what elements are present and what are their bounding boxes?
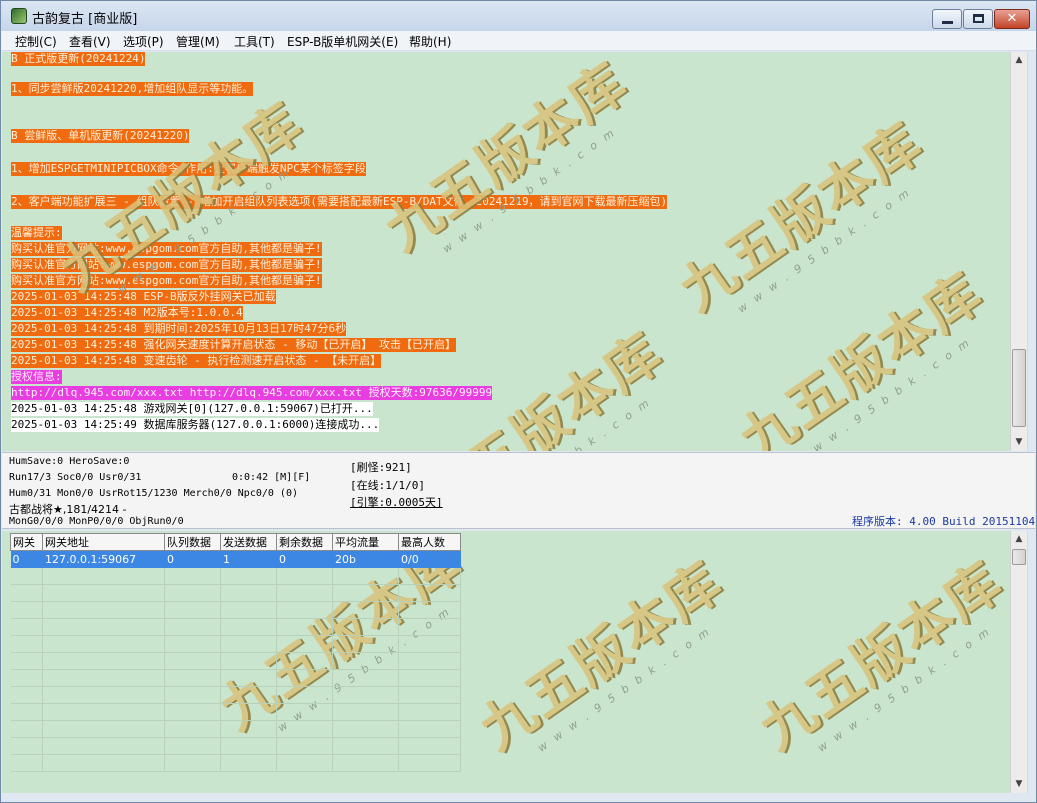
table-row-empty (10, 754, 461, 772)
status-hum: Hum0/31 Mon0/0 UsrRot15/1230 Merch0/0 Np… (9, 488, 298, 499)
table-row-empty (10, 737, 461, 755)
main-window: 古韵复古 [商业版] ✕ 控制(C) 查看(V) 选项(P) 管理(M) 工具(… (0, 0, 1037, 803)
table-cell: 0 (164, 550, 221, 568)
log-line: http://dlq.945.com/xxx.txt http://dlq.94… (11, 386, 493, 400)
menu-options[interactable]: 选项(P) (123, 33, 164, 50)
table-cell: 20b (332, 550, 399, 568)
table-cell: 127.0.0.1:59067 (42, 550, 165, 568)
table-cell: 0 (10, 550, 43, 568)
table-row-empty (10, 618, 461, 636)
app-icon (11, 8, 27, 24)
column-header[interactable]: 队列数据 (164, 533, 221, 551)
maximize-icon (973, 14, 984, 23)
log-line: 1、同步尝鲜版20241220,增加组队显示等功能。 (11, 82, 254, 96)
table-row-empty (10, 601, 461, 619)
window-title: 古韵复古 [商业版] (32, 12, 138, 27)
table-row-empty (10, 567, 461, 585)
log-scrollbar[interactable]: ▲ ▼ (1010, 52, 1027, 451)
log-line: 2025-01-03 14:25:49 数据库服务器(127.0.0.1:600… (11, 418, 380, 432)
table-row-empty (10, 635, 461, 653)
table-row-empty (10, 703, 461, 721)
table-cell: 1 (220, 550, 277, 568)
minimize-icon (942, 21, 953, 24)
menu-manage[interactable]: 管理(M) (176, 33, 220, 50)
log-line: 2025-01-03 14:25:48 变速齿轮 - 执行检测速开启状态 - 【… (11, 354, 382, 368)
log-line: 1、增加ESPGETMINIPICBOX命令,作用:让客户端触发NPC某个标签字… (11, 162, 366, 176)
watermark: 九五版本库w w w . 9 5 b b k . c o m (407, 319, 674, 451)
status-refresh: [刷怪:921] (350, 461, 412, 474)
log-line: 2025-01-03 14:25:48 ESP-B版反外挂网关已加载 (11, 290, 276, 304)
scroll-thumb[interactable] (1012, 549, 1026, 565)
menu-espb-gateway[interactable]: ESP-B版单机网关(E) (287, 33, 398, 50)
table-cell: 0/0 (398, 550, 461, 568)
table-row-empty (10, 720, 461, 738)
status-panel: HumSave:0 HeroSave:0 Run17/3 Soc0/0 Usr0… (2, 452, 1035, 529)
status-save: HumSave:0 HeroSave:0 (9, 456, 130, 467)
log-line: 2025-01-03 14:25:48 游戏网关[0](127.0.0.1:59… (11, 402, 373, 416)
title-bar[interactable]: 古韵复古 [商业版] ✕ (1, 1, 1036, 31)
log-line: B 正式版更新(20241224) (11, 52, 146, 66)
table-row-empty (10, 669, 461, 687)
minimize-button[interactable] (932, 9, 962, 29)
column-header[interactable]: 剩余数据 (276, 533, 333, 551)
gateway-grid-panel[interactable]: 九五版本库 w w w . 9 5 b b k . c o m 九五版本库 w w … (2, 531, 1028, 793)
status-run: Run17/3 Soc0/0 Usr0/31 (9, 472, 142, 483)
log-line: 2025-01-03 14:25:48 M2版本号:1.0.0.4 (11, 306, 243, 320)
watermark: 九五版本库w w w . 9 5 b b k . c o m (467, 548, 734, 762)
scroll-down-icon[interactable]: ▼ (1011, 434, 1027, 450)
log-line: 温馨提示: (11, 226, 62, 240)
menu-bar: 控制(C) 查看(V) 选项(P) 管理(M) 工具(T) ESP-B版单机网关… (1, 31, 1036, 51)
status-server: 古都战将★,181/4214 - (9, 503, 127, 516)
watermark: 九五版本库w w w . 9 5 b b k . c o m (747, 548, 1014, 762)
scroll-up-icon[interactable]: ▲ (1011, 531, 1027, 547)
menu-view[interactable]: 查看(V) (69, 33, 111, 50)
column-header[interactable]: 网关地址 (42, 533, 165, 551)
scroll-thumb[interactable] (1012, 349, 1026, 427)
log-line: 2、客户端功能扩展三 - 组队设置 - 增加开启组队列表选项(需要搭配最新ESP… (11, 195, 668, 209)
menu-help[interactable]: 帮助(H) (409, 33, 451, 50)
status-online: [在线:1/1/0] (350, 479, 425, 492)
table-row[interactable]: 0 127.0.0.1:59067 0 1 0 20b 0/0 (10, 550, 461, 568)
log-line: 授权信息: (11, 370, 62, 384)
column-header[interactable]: 平均流量 (332, 533, 399, 551)
table-row-empty (10, 584, 461, 602)
status-timer: 0:0:42 [M][F] (232, 472, 311, 483)
window-bottom-border (2, 793, 1035, 802)
log-line: 2025-01-03 14:25:48 到期时间:2025年10月13日17时4… (11, 322, 347, 336)
grid-scrollbar[interactable]: ▲ ▼ (1010, 531, 1027, 793)
log-line: 购买认准官方网站:www.espgom.com官方自助,其他都是骗子! (11, 242, 322, 256)
scroll-down-icon[interactable]: ▼ (1011, 776, 1027, 792)
log-panel[interactable]: B 正式版更新(20241224) 1、同步尝鲜版20241220,增加组队显示… (2, 52, 1028, 451)
watermark: 九五版本库w w w . 9 5 b b k . c o m (727, 259, 994, 451)
maximize-button[interactable] (963, 9, 993, 29)
status-engine: [引擎:0.0005天] (350, 496, 443, 509)
log-line: 2025-01-03 14:25:48 强化网关速度计算开启状态 - 移动【已开… (11, 338, 456, 352)
close-icon: ✕ (1006, 11, 1018, 26)
gateway-table: 网关 网关地址 队列数据 发送数据 剩余数据 平均流量 最高人数 0 127.0… (10, 533, 461, 772)
log-line: 购买认准官方网站:www.espgom.com官方自助,其他都是骗子! (11, 258, 322, 272)
status-mon: MonG0/0/0 MonP0/0/0 ObjRun0/0 (9, 516, 184, 527)
log-line: 购买认准官方网站:www.espgom.com官方自助,其他都是骗子! (11, 274, 322, 288)
column-header[interactable]: 最高人数 (398, 533, 461, 551)
table-row-empty (10, 652, 461, 670)
close-button[interactable]: ✕ (994, 9, 1030, 29)
watermark: 九五版本库w w w . 9 5 b b k . c o m (667, 109, 934, 323)
table-cell: 0 (276, 550, 333, 568)
menu-control[interactable]: 控制(C) (15, 33, 57, 50)
column-header[interactable]: 网关 (10, 533, 43, 551)
scroll-up-icon[interactable]: ▲ (1011, 52, 1027, 68)
table-row-empty (10, 686, 461, 704)
column-header[interactable]: 发送数据 (220, 533, 277, 551)
watermark: 九五版本库w w w . 9 5 b b k . c o m (372, 52, 639, 263)
log-line: B 尝鲜版、单机版更新(20241220) (11, 129, 190, 143)
menu-tools[interactable]: 工具(T) (234, 33, 275, 50)
program-version: 程序版本: 4.00 Build 20151104 (852, 515, 1036, 528)
